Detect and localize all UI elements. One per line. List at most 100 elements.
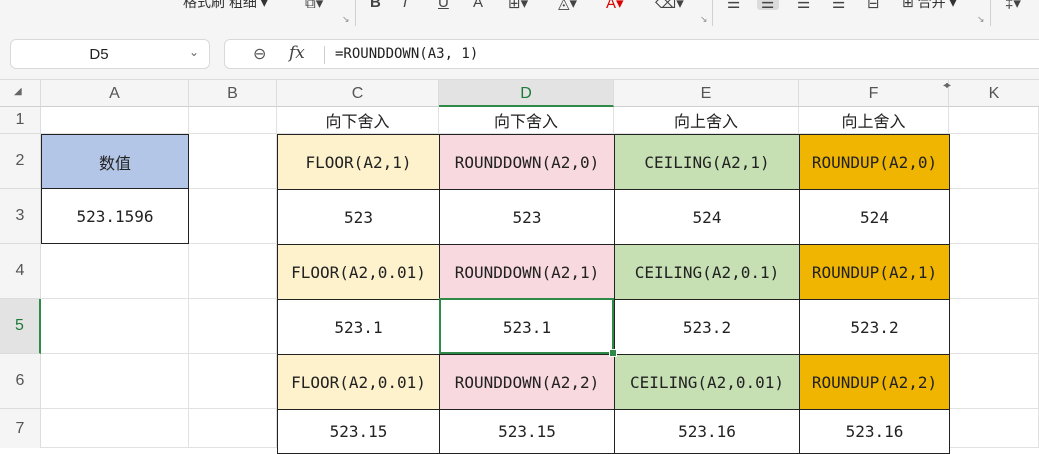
ribbon-toolbar: 格式刷 粗细 ▾ ⧉▾ ↘ B I U A ⊞▾ ◬▾ A▾ ⌫▾ ↘ ☰ ☰ … xyxy=(0,0,1039,35)
cell-c7[interactable]: 523.15 xyxy=(277,409,440,454)
format-painter-label: 格式刷 xyxy=(183,0,225,10)
cell-a1[interactable] xyxy=(41,107,189,134)
cell-b6[interactable] xyxy=(189,354,277,409)
cell-b5[interactable] xyxy=(189,299,277,354)
column-header-d[interactable]: D xyxy=(439,80,614,107)
cell-f6[interactable]: ROUNDUP(A2,2) xyxy=(799,354,950,410)
clear-format-icon[interactable]: ⧉▾ xyxy=(305,0,323,12)
cell-b7[interactable] xyxy=(189,409,277,448)
row-header-3[interactable]: 3 xyxy=(0,189,41,244)
column-header-a[interactable]: A xyxy=(41,80,189,107)
font-weight-label: 粗细 xyxy=(228,0,257,10)
border-icon[interactable]: ⊞▾ xyxy=(508,0,528,12)
fill-color-icon[interactable]: ◬▾ xyxy=(558,0,577,12)
align-center-icon[interactable]: ☰ xyxy=(761,0,774,12)
cell-c4[interactable]: FLOOR(A2,0.01) xyxy=(277,244,440,300)
cell-a7[interactable] xyxy=(41,409,189,448)
align-right-icon[interactable]: ☰ xyxy=(797,0,810,12)
column-header-f[interactable]: F xyxy=(799,80,949,107)
strikethrough-icon[interactable]: A xyxy=(473,0,483,11)
font-color-icon[interactable]: A▾ xyxy=(606,0,624,12)
cell-d3[interactable]: 523 xyxy=(439,189,615,245)
align-left-icon[interactable]: ☰ xyxy=(727,0,740,12)
cell-c1[interactable]: 向下舍入 xyxy=(277,107,439,134)
zoom-search-icon[interactable]: ⊖ xyxy=(253,44,266,64)
cell-k2[interactable] xyxy=(949,134,1039,189)
hidden-columns-icon[interactable]: ◂▸ xyxy=(943,80,951,91)
cell-b3[interactable] xyxy=(189,189,277,244)
formula-text[interactable]: =ROUNDDOWN(A3, 1) xyxy=(335,46,478,62)
cell-k3[interactable] xyxy=(949,189,1039,244)
cell-a6[interactable] xyxy=(41,354,189,409)
cell-f3[interactable]: 524 xyxy=(799,189,950,245)
cell-k6[interactable] xyxy=(949,354,1039,409)
row-header-7[interactable]: 7 xyxy=(0,409,41,448)
column-header-b[interactable]: B xyxy=(189,80,277,107)
cell-k5[interactable] xyxy=(949,299,1039,354)
erase-icon[interactable]: ⌫▾ xyxy=(655,0,684,12)
cell-b2[interactable] xyxy=(189,134,277,189)
merge-icon: ⊞ xyxy=(902,0,914,10)
merge-button[interactable]: ⊞ 合并 ▾ xyxy=(902,0,957,12)
cell-e6[interactable]: CEILING(A2,0.01) xyxy=(614,354,800,410)
chevron-down-icon[interactable]: ⌄ xyxy=(189,45,199,59)
name-box[interactable]: D5 ⌄ xyxy=(10,39,210,69)
cell-e4[interactable]: CEILING(A2,0.1) xyxy=(614,244,800,300)
cell-e7[interactable]: 523.16 xyxy=(614,409,800,454)
cell-k7[interactable] xyxy=(949,409,1039,448)
font-group-launcher-icon[interactable]: ↘ xyxy=(342,14,350,25)
cell-f1[interactable]: 向上舍入 xyxy=(799,107,949,134)
cell-c6[interactable]: FLOOR(A2,0.01) xyxy=(277,354,440,410)
cell-d6[interactable]: ROUNDDOWN(A2,2) xyxy=(439,354,615,410)
ribbon-divider xyxy=(355,0,356,26)
cell-e5[interactable]: 523.2 xyxy=(614,299,800,355)
cell-f4[interactable]: ROUNDUP(A2,1) xyxy=(799,244,950,300)
cell-e3[interactable]: 524 xyxy=(614,189,800,245)
cell-a2[interactable]: 数值 xyxy=(41,134,189,189)
cell-d2[interactable]: ROUNDDOWN(A2,0) xyxy=(439,134,615,190)
cell-e2[interactable]: CEILING(A2,1) xyxy=(614,134,800,190)
name-box-value: D5 xyxy=(89,46,109,63)
row-header-4[interactable]: 4 xyxy=(0,244,41,299)
cell-b1[interactable] xyxy=(189,107,277,134)
cell-a5[interactable] xyxy=(41,299,189,354)
formula-input-area[interactable]: ⊖ fx =ROUNDDOWN(A3, 1) xyxy=(224,39,1039,69)
row-header-5[interactable]: 5 xyxy=(0,299,41,354)
column-header-c[interactable]: C xyxy=(277,80,439,107)
insert-function-icon[interactable]: fx xyxy=(289,43,305,63)
cell-c2[interactable]: FLOOR(A2,1) xyxy=(277,134,440,190)
format-group-launcher-icon[interactable]: ↘ xyxy=(700,14,708,25)
cell-f7[interactable]: 523.16 xyxy=(799,409,950,454)
row-header-2[interactable]: 2 xyxy=(0,134,41,189)
underline-icon[interactable]: U xyxy=(438,0,449,11)
row-header-6[interactable]: 6 xyxy=(0,354,41,409)
wrap-icon[interactable]: ⊟ xyxy=(867,0,880,12)
cell-k4[interactable] xyxy=(949,244,1039,299)
justify-icon[interactable]: ☰ xyxy=(832,0,845,12)
cell-d4[interactable]: ROUNDDOWN(A2,1) xyxy=(439,244,615,300)
select-all-corner[interactable]: ◢ xyxy=(0,80,41,107)
column-header-e[interactable]: E xyxy=(614,80,799,107)
column-header-k[interactable]: K xyxy=(949,80,1039,107)
fill-handle[interactable] xyxy=(609,349,617,357)
select-all-icon: ◢ xyxy=(14,86,22,97)
cell-e1[interactable]: 向上舍入 xyxy=(614,107,799,134)
number-format-icon[interactable]: ‡▾ xyxy=(1005,0,1021,12)
format-painter-button[interactable]: 格式刷 粗细 ▾ xyxy=(183,0,268,12)
active-cell-selection xyxy=(439,298,614,354)
cell-a4[interactable] xyxy=(41,244,189,299)
italic-icon[interactable]: I xyxy=(403,0,407,11)
align-group-launcher-icon[interactable]: ↘ xyxy=(977,14,985,25)
cell-c3[interactable]: 523 xyxy=(277,189,440,245)
row-header-1[interactable]: 1 xyxy=(0,107,41,134)
cell-b4[interactable] xyxy=(189,244,277,299)
cell-c5[interactable]: 523.1 xyxy=(277,299,440,355)
bold-icon[interactable]: B xyxy=(370,0,381,11)
cell-f2[interactable]: ROUNDUP(A2,0) xyxy=(799,134,950,190)
cell-k1[interactable] xyxy=(949,107,1039,134)
cell-d7[interactable]: 523.15 xyxy=(439,409,615,454)
cell-a3[interactable]: 523.1596 xyxy=(41,188,189,244)
cell-f5[interactable]: 523.2 xyxy=(799,299,950,355)
cell-d1[interactable]: 向下舍入 xyxy=(439,107,614,134)
formula-bar: D5 ⌄ ⊖ fx =ROUNDDOWN(A3, 1) xyxy=(0,34,1039,80)
